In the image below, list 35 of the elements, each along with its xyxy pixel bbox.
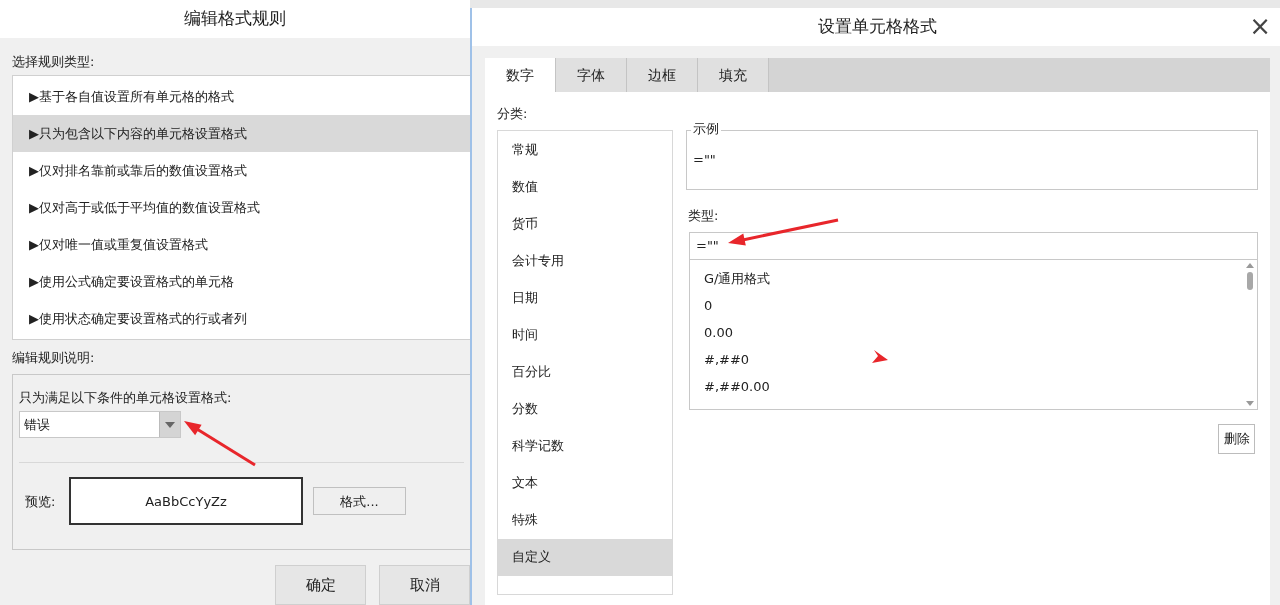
window-title: 设置单元格格式 [818, 15, 937, 39]
sample-label: 示例 [691, 121, 721, 137]
type-item[interactable]: #,##0 [704, 346, 1243, 374]
category-item[interactable]: 自定义 [498, 538, 672, 576]
condition-dropdown[interactable]: 错误 [19, 411, 181, 439]
dialog-button[interactable]: 取消 [379, 565, 470, 605]
rule-type-item[interactable]: ▶只为包含以下内容的单元格设置格式 [13, 115, 470, 153]
section-label: 编辑规则说明: [12, 349, 96, 368]
type-item[interactable]: #,##0.00 [704, 373, 1243, 401]
type-item[interactable]: 0.00 [704, 319, 1243, 347]
sample-value: ="" [693, 151, 716, 170]
type-input[interactable]: ="" [689, 231, 1258, 260]
condition-label: 只为满足以下条件的单元格设置格式: [19, 388, 233, 407]
arrowhead-icon [872, 350, 888, 363]
section-label: 选择规则类型: [12, 52, 96, 71]
tab[interactable]: 填充 [698, 58, 769, 92]
annotation-arrow [184, 421, 256, 467]
caret-icon [165, 421, 175, 428]
type-item[interactable]: 0 [704, 292, 1243, 320]
category-label: 分类: [497, 105, 529, 123]
scroll-down-icon [1246, 400, 1254, 406]
type-item[interactable]: G/通用格式 [704, 265, 1243, 293]
preview-label: 预览: [25, 492, 57, 511]
scroll-thumb[interactable] [1247, 271, 1253, 290]
tab[interactable]: 数字 [485, 58, 556, 92]
scroll-up-icon [1246, 262, 1254, 268]
tab[interactable]: 字体 [556, 58, 627, 92]
tab[interactable]: 边框 [627, 58, 698, 92]
window-title: 编辑格式规则 [184, 7, 286, 31]
type-label: 类型: [688, 207, 720, 225]
delete-button[interactable]: 删除 [1218, 423, 1255, 454]
preview-box: AaBbCcYyZz [69, 477, 303, 526]
close-button[interactable]: × [1249, 12, 1271, 40]
format-button[interactable]: 格式... [313, 487, 406, 516]
dialog-button[interactable]: 确定 [275, 565, 366, 605]
